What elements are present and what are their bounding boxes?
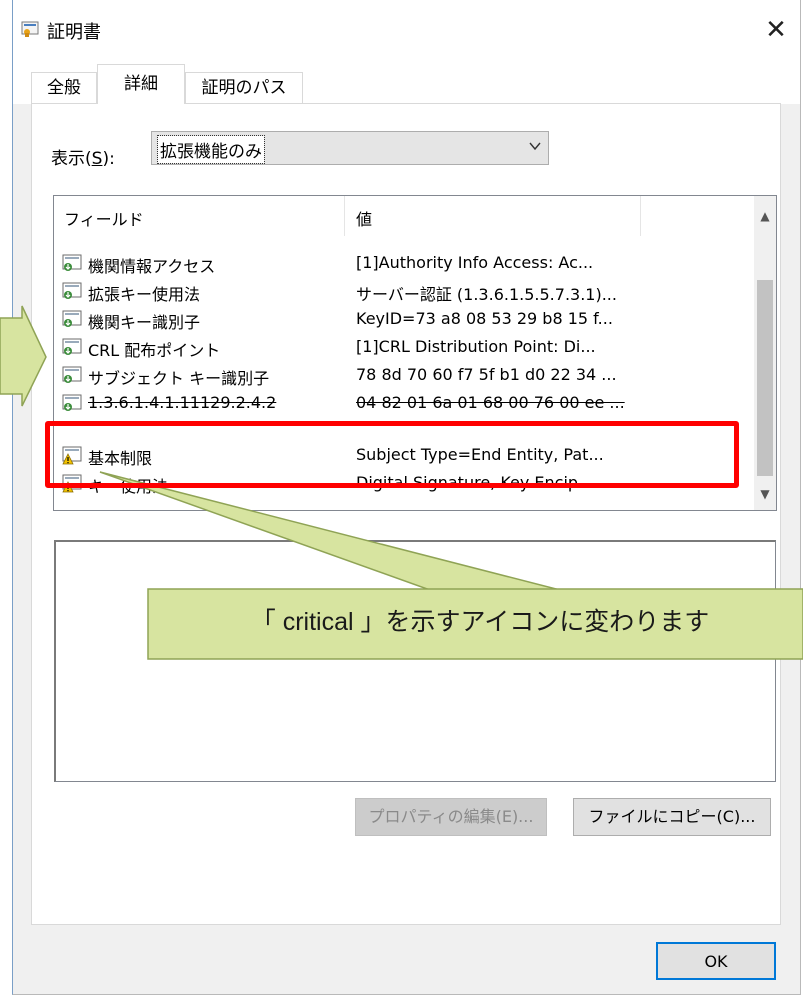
- field-name: 1.3.6.1.4.1.11129.2.4.2: [88, 393, 277, 412]
- field-name: 拡張キー使用法: [88, 285, 201, 304]
- field-value: 78 8d 70 60 f7 5f b1 d0 22 34 ...: [356, 365, 617, 384]
- field-value: サーバー認証 (1.3.6.1.5.5.7.3.1)...: [356, 285, 617, 304]
- field-value: [1]Authority Info Access: Ac...: [356, 253, 594, 272]
- scroll-thumb[interactable]: [757, 280, 773, 476]
- tab-details[interactable]: 詳細: [97, 64, 185, 104]
- certificate-extension-icon: [62, 282, 82, 299]
- field-value: Digital Signature, Key Encip...: [356, 473, 594, 492]
- field-value: Subject Type=End Entity, Pat...: [356, 445, 604, 464]
- list-item[interactable]: 機関情報アクセス [1]Authority Info Access: Ac...: [62, 250, 752, 277]
- scroll-down-icon[interactable]: ▼: [754, 482, 776, 506]
- show-dropdown-value: 拡張機能のみ: [157, 135, 265, 164]
- edit-properties-button[interactable]: プロパティの編集(E)...: [355, 798, 547, 836]
- list-item[interactable]: 機関キー識別子 KeyID=73 a8 08 53 29 b8 15 f...: [62, 306, 752, 333]
- list-item[interactable]: 基本制限 Subject Type=End Entity, Pat...: [62, 442, 752, 469]
- certificate-icon: [21, 21, 39, 37]
- tab-general[interactable]: 全般: [31, 72, 97, 103]
- column-divider[interactable]: [344, 196, 345, 236]
- list-item[interactable]: サブジェクト キー識別子 78 8d 70 60 f7 5f b1 d0 22 …: [62, 362, 752, 389]
- field-name: 機関情報アクセス: [88, 257, 216, 276]
- field-list[interactable]: フィールド 値 機関情報アクセス [1]Authority Info Acces…: [53, 195, 777, 511]
- field-name: キー使用法: [88, 477, 169, 496]
- list-item[interactable]: 1.3.6.1.4.1.11129.2.4.2 04 82 01 6a 01 6…: [62, 390, 752, 417]
- field-name: 機関キー識別子: [88, 313, 201, 332]
- list-item[interactable]: CRL 配布ポイント [1]CRL Distribution Point: Di…: [62, 334, 752, 361]
- field-value: [1]CRL Distribution Point: Di...: [356, 337, 596, 356]
- certificate-extension-icon: [62, 254, 82, 271]
- field-value: 04 82 01 6a 01 68 00 76 00 ee ...: [356, 393, 625, 412]
- column-divider[interactable]: [640, 196, 641, 236]
- chevron-down-icon: [529, 142, 541, 151]
- show-dropdown[interactable]: 拡張機能のみ: [151, 131, 549, 165]
- certificate-dialog: 証明書 ✕ 全般 詳細 証明のパス 表示(S): 拡張機能のみ フィールド 値 …: [12, 0, 801, 995]
- certificate-extension-icon: [62, 394, 82, 411]
- copy-to-file-button[interactable]: ファイルにコピー(C)...: [573, 798, 771, 836]
- critical-warning-icon: [62, 446, 82, 465]
- list-item[interactable]: キー使用法 Digital Signature, Key Encip...: [62, 470, 752, 497]
- certificate-extension-icon: [62, 338, 82, 355]
- list-item[interactable]: 拡張キー使用法 サーバー認証 (1.3.6.1.5.5.7.3.1)...: [62, 278, 752, 305]
- field-name: サブジェクト キー識別子: [88, 369, 270, 388]
- tab-certification-path[interactable]: 証明のパス: [185, 72, 303, 103]
- certificate-extension-icon: [62, 310, 82, 327]
- ok-button[interactable]: OK: [656, 942, 776, 980]
- column-header-field[interactable]: フィールド: [64, 206, 144, 230]
- callout-text: 「 critical 」を示すアイコンに変わります: [250, 608, 710, 636]
- field-name: 基本制限: [88, 449, 153, 468]
- certificate-extension-icon: [62, 366, 82, 383]
- title-bar: 証明書 ✕: [13, 0, 800, 62]
- window-title: 証明書: [47, 22, 101, 43]
- show-label: 表示(S):: [51, 149, 115, 169]
- list-scrollbar[interactable]: ▲ ▼: [754, 196, 776, 510]
- column-header-value[interactable]: 値: [356, 206, 372, 230]
- scroll-up-icon[interactable]: ▲: [754, 204, 776, 228]
- close-icon[interactable]: ✕: [758, 12, 794, 48]
- value-detail-box[interactable]: [54, 540, 776, 782]
- critical-warning-icon: [62, 474, 82, 493]
- field-value: KeyID=73 a8 08 53 29 b8 15 f...: [356, 309, 613, 328]
- field-name: CRL 配布ポイント: [88, 341, 221, 360]
